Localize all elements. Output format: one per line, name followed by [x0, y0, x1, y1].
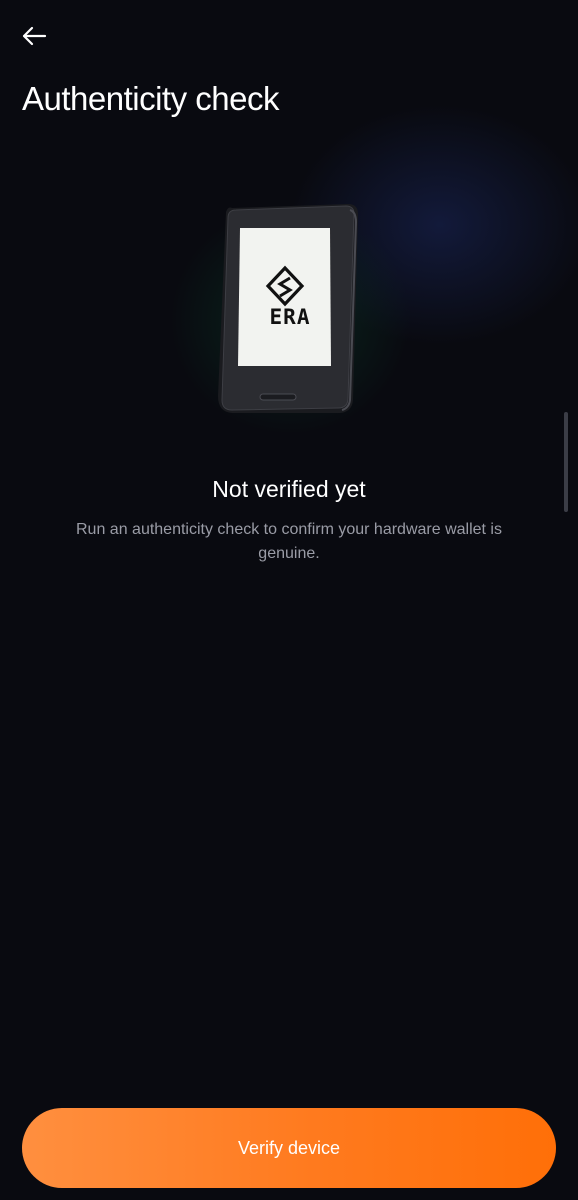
page-title: Authenticity check [22, 80, 279, 117]
device-brand-label: ERA [269, 305, 311, 329]
back-button[interactable] [14, 16, 54, 56]
status-title: Not verified yet [212, 476, 366, 502]
arrow-left-icon [22, 26, 47, 46]
scrollbar[interactable] [564, 412, 568, 512]
verify-device-button[interactable]: Verify device [22, 1108, 556, 1188]
authenticity-check-screen: Authenticity check ERA Not verified yet … [0, 0, 578, 1200]
status-description: Run an authenticity check to confirm you… [76, 521, 502, 562]
